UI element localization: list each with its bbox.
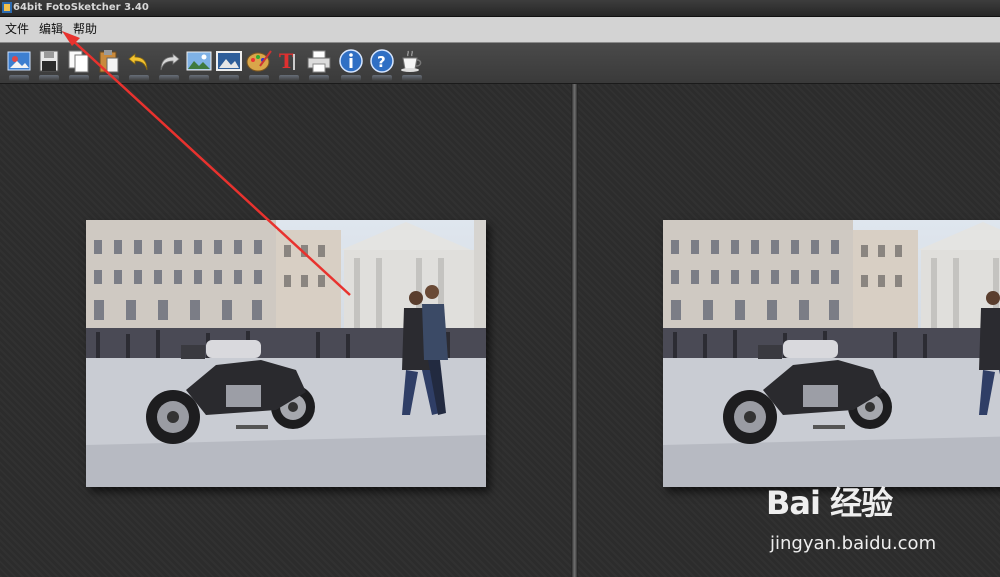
help-button[interactable]: ? bbox=[369, 48, 395, 81]
paste-button[interactable] bbox=[96, 48, 122, 81]
open-image-button[interactable] bbox=[6, 48, 32, 81]
pane-splitter[interactable] bbox=[571, 84, 578, 577]
redo-icon bbox=[160, 53, 180, 71]
undo-icon bbox=[128, 53, 148, 71]
image-settings-icon bbox=[186, 51, 212, 71]
result-image-pane[interactable] bbox=[578, 84, 1000, 577]
svg-text:?: ? bbox=[377, 53, 386, 71]
window-title: 64bit FotoSketcher 3.40 bbox=[13, 2, 149, 13]
copy-button[interactable] bbox=[66, 48, 92, 81]
info-icon bbox=[339, 49, 363, 73]
menu-edit[interactable]: 编辑 bbox=[36, 17, 66, 42]
image-settings-button[interactable] bbox=[186, 48, 212, 81]
workspace bbox=[0, 84, 1000, 577]
undo-button[interactable] bbox=[126, 48, 152, 81]
result-photo bbox=[663, 220, 1000, 487]
original-image-pane[interactable] bbox=[0, 84, 571, 577]
redo-button[interactable] bbox=[156, 48, 182, 81]
menu-help[interactable]: 帮助 bbox=[70, 17, 100, 42]
save-button[interactable] bbox=[36, 48, 62, 81]
toolbar: T ? bbox=[0, 43, 1000, 84]
text-icon: T bbox=[279, 49, 295, 73]
app-icon bbox=[2, 2, 12, 13]
print-icon bbox=[307, 50, 331, 73]
frame-icon bbox=[216, 51, 242, 71]
copy-icon bbox=[68, 50, 89, 73]
coffee-button[interactable] bbox=[399, 48, 425, 81]
palette-icon bbox=[246, 50, 272, 72]
original-photo bbox=[86, 220, 486, 487]
paste-icon bbox=[99, 50, 119, 73]
print-button[interactable] bbox=[306, 48, 332, 81]
coffee-icon bbox=[401, 50, 422, 72]
svg-text:T: T bbox=[279, 49, 294, 73]
save-icon bbox=[39, 50, 59, 72]
info-button[interactable] bbox=[338, 48, 364, 81]
menu-bar: 文件 编辑 帮助 bbox=[0, 17, 1000, 43]
palette-button[interactable] bbox=[246, 48, 272, 81]
title-bar: 64bit FotoSketcher 3.40 bbox=[0, 0, 1000, 17]
open-image-icon bbox=[7, 51, 31, 71]
menu-file[interactable]: 文件 bbox=[2, 17, 32, 42]
text-button[interactable]: T bbox=[276, 48, 302, 81]
help-icon: ? bbox=[370, 49, 394, 73]
frame-button[interactable] bbox=[216, 48, 242, 81]
